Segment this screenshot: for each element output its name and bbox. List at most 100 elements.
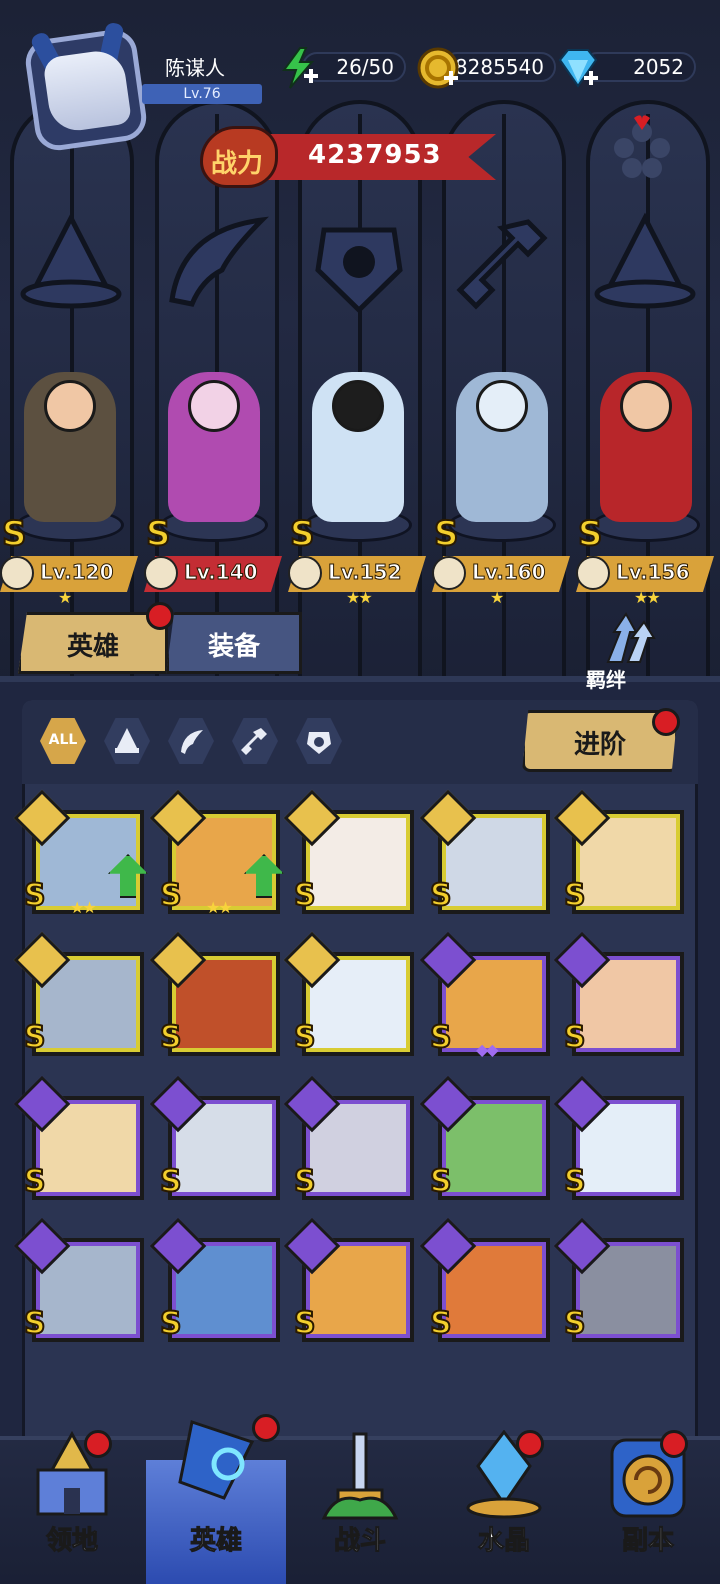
hero-card[interactable]: S [149,1075,282,1202]
nav-territory[interactable]: 领地 [0,1420,144,1584]
flame-icon: 战力 [200,126,278,188]
nav-label: 水晶 [477,1526,530,1557]
filter-wing[interactable] [168,718,214,764]
hero-card[interactable]: S ★★ [149,789,284,917]
card-rank: S [23,1305,47,1342]
stamina-counter[interactable]: 26/50 [276,47,406,89]
hat-class-icon [0,556,34,590]
hero-head [44,380,96,432]
hero-card[interactable]: S [283,931,416,1058]
nav-crystal[interactable]: 水晶 [432,1420,576,1584]
hero-level: Lv.140 [184,560,258,585]
tab-equipment[interactable]: 装备 [166,612,302,674]
hero-card[interactable]: S [553,1075,686,1202]
hero-card[interactable]: S [283,789,416,916]
gold-coin-plus-icon[interactable] [416,46,460,90]
filter-claw[interactable] [296,718,342,764]
hero-card[interactable]: S ★★ [13,789,148,917]
hero-rank: S [433,513,459,555]
gold-counter[interactable]: 8285540 [416,47,556,89]
hero-rank: S [289,513,315,555]
nav-label: 战斗 [333,1526,386,1557]
bond-button[interactable]: 羁绊 [572,612,692,696]
hero-card[interactable]: S [283,1075,416,1202]
lineup-hero-5[interactable]: S Lv.156 ★★ [576,362,716,612]
bond-label: 羁绊 [586,668,626,692]
wing-icon [169,216,269,307]
notification-dot [660,1430,688,1458]
card-rank: S [293,877,317,914]
combat-power-value: 4237953 [308,140,442,170]
card-rank: S [23,1019,47,1056]
nav-dungeon[interactable]: 副本 [576,1420,720,1584]
card-rank: S [23,877,47,914]
card-rank: S [23,1163,47,1200]
hero-card[interactable]: S [419,1217,552,1344]
hero-stars: ★★ [634,588,661,607]
hero-level: Lv.156 [616,560,690,585]
lineup-hero-3[interactable]: S Lv.152 ★★ [288,362,428,612]
lightning-plus-icon[interactable] [276,46,320,90]
heart-flower-icon[interactable] [604,110,680,186]
card-stars: ★★ [70,898,97,917]
hero-card[interactable]: S [419,789,552,916]
dragon-face-icon [42,47,133,135]
lineup-hero-1[interactable]: S Lv.120 ★ [0,362,140,612]
hero-card[interactable]: S [553,1217,686,1344]
hero-card[interactable]: S [149,1217,282,1344]
bond-arrows-icon [606,612,656,663]
hero-card[interactable]: S [13,931,146,1058]
hero-rank: S [577,513,603,555]
hat-class-icon [576,556,610,590]
card-rank: S [429,1163,453,1200]
card-rank: S [429,877,453,914]
notification-dot [252,1414,280,1442]
card-rank: S [563,1305,587,1342]
nav-label: 领地 [45,1526,98,1557]
combat-power-label: 战力 [211,149,264,179]
nav-heroes[interactable]: 英雄 [144,1414,288,1584]
card-rank: S [159,1019,183,1056]
advance-button[interactable]: 进阶 [522,708,680,772]
card-rank: S [159,1163,183,1200]
hero-head [332,380,384,432]
hero-level: Lv.120 [40,560,114,585]
hero-card[interactable]: S [553,931,686,1058]
diamond-plus-icon[interactable] [556,46,600,90]
hat-filter-icon [115,728,139,753]
wrench-filter-icon [241,728,267,755]
hero-card[interactable]: S [149,931,282,1058]
filter-all-label: ALL [48,732,78,748]
hero-stars: ★ [490,588,504,607]
nav-label: 英雄 [189,1526,242,1557]
lineup-hero-2[interactable]: S Lv.140 [144,362,284,612]
hero-level: Lv.160 [472,560,546,585]
filter-wrench[interactable] [232,718,278,764]
hero-card[interactable]: S [553,789,686,916]
hero-stars: ★★ [346,588,373,607]
notification-dot [516,1430,544,1458]
hero-card[interactable]: S [283,1217,416,1344]
hero-card[interactable]: S ◆◆ [419,931,552,1059]
hero-rank: S [1,513,27,555]
hat-class-icon [144,556,178,590]
hero-card[interactable]: S [13,1217,146,1344]
hero-card[interactable]: S [419,1075,552,1202]
tab-heroes[interactable]: 英雄 [18,602,174,674]
card-rank: S [563,1163,587,1200]
nav-battle[interactable]: 战斗 [288,1420,432,1584]
lineup-hero-4[interactable]: S Lv.160 ★ [432,362,572,612]
card-rank: S [293,1305,317,1342]
combat-power-banner: 战力 4237953 [196,116,516,196]
filter-all[interactable]: ALL [40,718,86,764]
warlock-hat-icon [594,212,696,309]
card-rank: S [429,1019,453,1056]
wrench-icon [456,219,548,310]
filter-hat[interactable] [104,718,150,764]
claw-class-icon [288,556,322,590]
hero-card[interactable]: S [13,1075,146,1202]
diamond-counter[interactable]: 2052 [556,49,696,88]
card-rank: S [293,1019,317,1056]
player-name: 陈谋人 [165,56,225,80]
card-rank: S [293,1163,317,1200]
